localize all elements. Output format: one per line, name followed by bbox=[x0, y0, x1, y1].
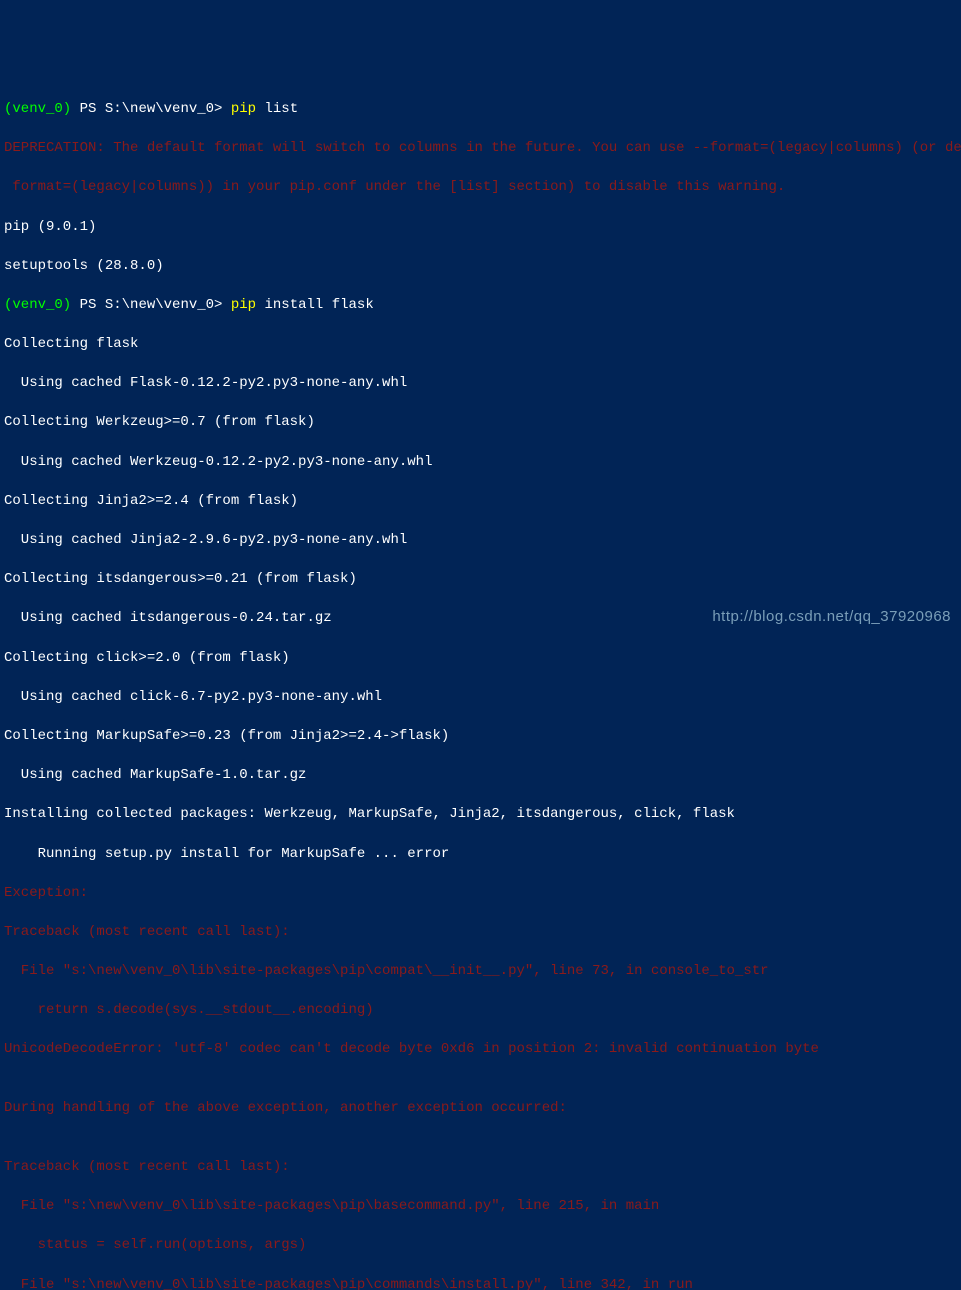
traceback-line: Exception: bbox=[4, 884, 957, 904]
traceback-line: File "s:\new\venv_0\lib\site-packages\pi… bbox=[4, 1276, 957, 1290]
command-pip: pip bbox=[231, 297, 256, 313]
path-label: S:\new\venv_0> bbox=[105, 297, 223, 313]
path-label: S:\new\venv_0> bbox=[105, 101, 223, 117]
deprecation-warning-2: format=(legacy|columns)) in your pip.con… bbox=[4, 178, 957, 198]
pip-version: pip (9.0.1) bbox=[4, 218, 957, 238]
venv-label: (venv_0) bbox=[4, 297, 71, 313]
output-line: Collecting Jinja2>=2.4 (from flask) bbox=[4, 492, 957, 512]
output-line: Collecting flask bbox=[4, 335, 957, 355]
traceback-line: File "s:\new\venv_0\lib\site-packages\pi… bbox=[4, 1197, 957, 1217]
output-line: Using cached Werkzeug-0.12.2-py2.py3-non… bbox=[4, 453, 957, 473]
traceback-line: Traceback (most recent call last): bbox=[4, 923, 957, 943]
traceback-line: status = self.run(options, args) bbox=[4, 1236, 957, 1256]
traceback-line: UnicodeDecodeError: 'utf-8' codec can't … bbox=[4, 1040, 957, 1060]
output-line: Using cached MarkupSafe-1.0.tar.gz bbox=[4, 766, 957, 786]
output-line: Collecting MarkupSafe>=0.23 (from Jinja2… bbox=[4, 727, 957, 747]
output-line: Using cached Flask-0.12.2-py2.py3-none-a… bbox=[4, 374, 957, 394]
terminal-output[interactable]: (venv_0) PS S:\new\venv_0> pip list DEPR… bbox=[4, 80, 957, 1290]
traceback-line: During handling of the above exception, … bbox=[4, 1099, 957, 1119]
deprecation-warning-1: DEPRECATION: The default format will swi… bbox=[4, 139, 957, 159]
ps-label: PS bbox=[80, 101, 97, 117]
output-line: Using cached Jinja2-2.9.6-py2.py3-none-a… bbox=[4, 531, 957, 551]
prompt-line-1: (venv_0) PS S:\new\venv_0> pip list bbox=[4, 100, 957, 120]
output-line: Collecting click>=2.0 (from flask) bbox=[4, 649, 957, 669]
output-line: Collecting Werkzeug>=0.7 (from flask) bbox=[4, 413, 957, 433]
output-line: Running setup.py install for MarkupSafe … bbox=[4, 845, 957, 865]
watermark: http://blog.csdn.net/qq_37920968 bbox=[712, 606, 951, 627]
command-pip: pip bbox=[231, 101, 256, 117]
command-args: list bbox=[265, 101, 299, 117]
prompt-line-2: (venv_0) PS S:\new\venv_0> pip install f… bbox=[4, 296, 957, 316]
traceback-line: return s.decode(sys.__stdout__.encoding) bbox=[4, 1001, 957, 1021]
output-line: Using cached click-6.7-py2.py3-none-any.… bbox=[4, 688, 957, 708]
ps-label: PS bbox=[80, 297, 97, 313]
output-line: Collecting itsdangerous>=0.21 (from flas… bbox=[4, 570, 957, 590]
setuptools-version: setuptools (28.8.0) bbox=[4, 257, 957, 277]
venv-label: (venv_0) bbox=[4, 101, 71, 117]
traceback-line: Traceback (most recent call last): bbox=[4, 1158, 957, 1178]
output-line: Installing collected packages: Werkzeug,… bbox=[4, 805, 957, 825]
command-args: install flask bbox=[265, 297, 374, 313]
traceback-line: File "s:\new\venv_0\lib\site-packages\pi… bbox=[4, 962, 957, 982]
